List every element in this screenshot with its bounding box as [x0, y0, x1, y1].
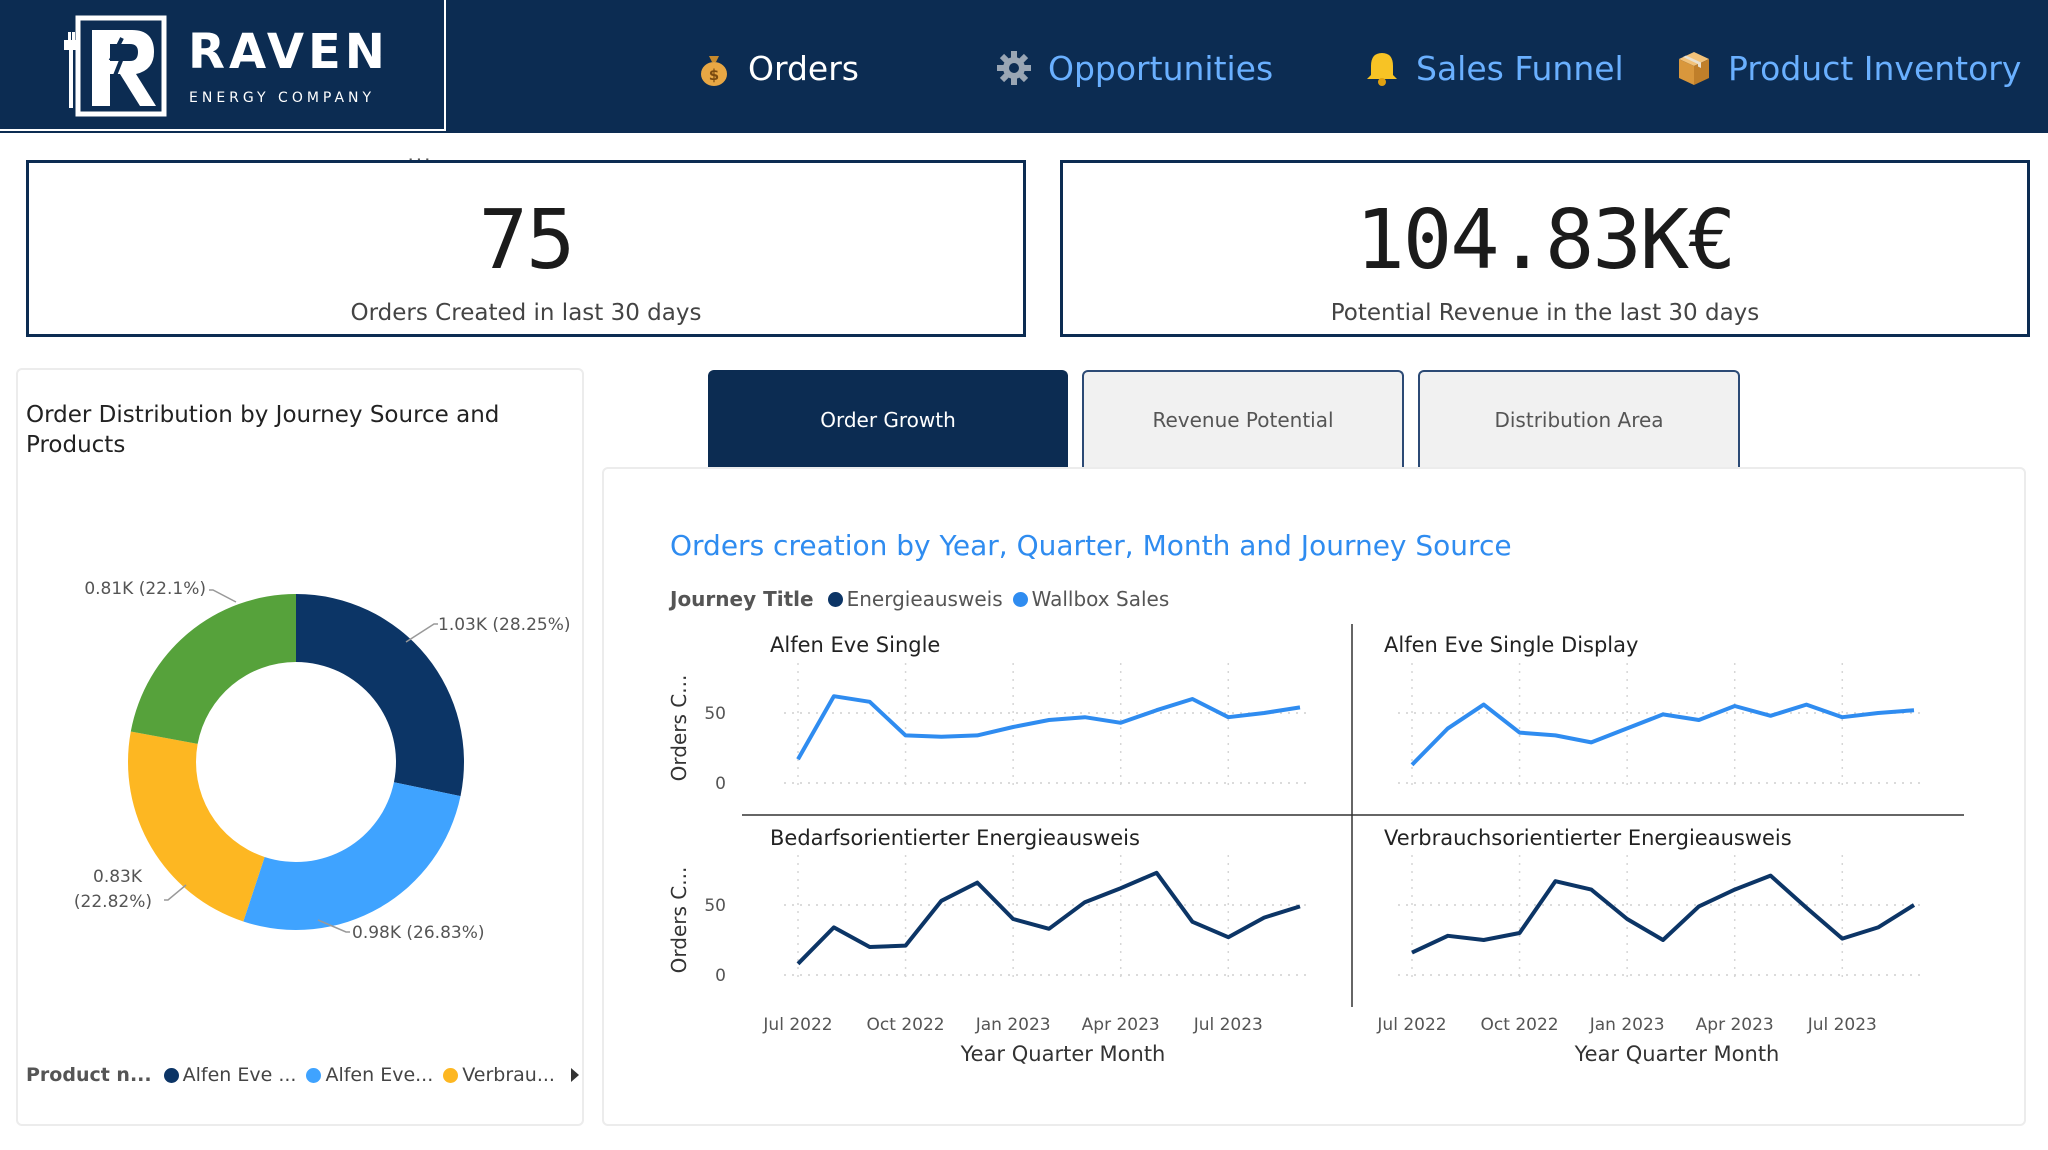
donut-leader-line — [209, 589, 237, 603]
donut-slice-label: 0.81K (22.1%) — [84, 579, 206, 599]
x-tick-label: Oct 2022 — [867, 1015, 945, 1035]
nav-sales-funnel[interactable]: Sales Funnel — [1362, 44, 1624, 92]
donut-slice-label: 0.83K (22.82%) — [74, 867, 152, 912]
package-icon — [1679, 52, 1709, 85]
tab-revenue-potential[interactable]: Revenue Potential — [1082, 370, 1404, 467]
donut-legend-item[interactable]: Verbrau... — [443, 1064, 555, 1086]
x-tick-label: Jul 2022 — [762, 1015, 832, 1035]
y-tick-label: 0 — [715, 774, 726, 794]
y-tick-label: 50 — [704, 896, 726, 916]
x-tick-label: Jul 2023 — [1807, 1015, 1877, 1035]
kpi-revenue-label: Potential Revenue in the last 30 days — [1330, 300, 1760, 326]
x-tick-label: Apr 2023 — [1696, 1015, 1774, 1035]
y-tick-label: 0 — [715, 966, 726, 986]
y-axis-label: Orders C... — [667, 867, 691, 974]
line-chart-panel: Orders creation by Year, Quarter, Month … — [602, 467, 2026, 1126]
money-bag-icon: $ — [701, 56, 727, 86]
nav-opportunities-label: Opportunities — [1048, 48, 1274, 88]
series-line[interactable] — [796, 694, 1301, 761]
legend-dot-icon — [163, 1067, 179, 1083]
donut-slice-label: 0.98K (26.83%) — [352, 923, 485, 943]
legend-next-arrow-icon[interactable] — [570, 1068, 579, 1082]
brand-tagline: ENERGY COMPANY — [189, 90, 376, 106]
panel-title: Bedarfsorientierter Energieausweis — [770, 826, 1140, 850]
x-tick-label: Oct 2022 — [1481, 1015, 1559, 1035]
x-tick-label: Jan 2023 — [1589, 1015, 1665, 1035]
brand-logo[interactable]: RAVEN ENERGY COMPANY — [0, 0, 446, 131]
svg-text:$: $ — [709, 66, 719, 84]
line-chart[interactable]: Alfen Eve Single 0 50 Orders C... Alfen Eve … — [604, 469, 2024, 1124]
brand-name: RAVEN — [188, 24, 389, 80]
x-tick-label: Jul 2022 — [1376, 1015, 1446, 1035]
gear-icon — [997, 51, 1031, 85]
donut-chart[interactable]: 1.03K (28.25%) 0.98K (26.83%) 0.83K (22.82%… — [18, 530, 586, 1010]
donut-legend-label: Alfen Eve ... — [182, 1064, 297, 1086]
panel-title: Alfen Eve Single — [770, 633, 940, 657]
y-axis-label: Orders C... — [667, 675, 691, 782]
kpi-orders-value: 75 — [478, 193, 576, 288]
kpi-revenue-value: 104.83K€ — [1355, 193, 1737, 288]
legend-dot-icon — [443, 1067, 459, 1083]
series-line[interactable] — [1411, 873, 1916, 955]
bell-icon — [1367, 53, 1397, 86]
donut-chart-title: Order Distribution by Journey Source and… — [26, 402, 500, 458]
kpi-card-revenue: 104.83K€ Potential Revenue in the last 3… — [1060, 160, 2030, 337]
x-tick-label: Jan 2023 — [975, 1015, 1051, 1035]
donut-legend-label: Alfen Eve... — [325, 1064, 434, 1086]
panel-title: Alfen Eve Single Display — [1384, 633, 1638, 657]
donut-legend: Product n... Alfen Eve ... Alfen Eve... … — [26, 1064, 579, 1086]
series-line[interactable] — [796, 870, 1301, 966]
donut-legend-label: Verbrau... — [462, 1064, 555, 1086]
x-tick-label: Jul 2023 — [1193, 1015, 1263, 1035]
donut-chart-panel: Order Distribution by Journey Source and… — [16, 368, 584, 1126]
donut-slice-label: 1.03K (28.25%) — [438, 615, 571, 635]
panel-title: Verbrauchsorientierter Energieausweis — [1384, 826, 1792, 850]
donut-slice[interactable] — [130, 594, 296, 744]
nav-product-inventory[interactable]: Product Inventory — [1674, 44, 2021, 92]
nav-orders[interactable]: $ Orders — [694, 44, 859, 92]
tab-order-growth[interactable]: Order Growth — [708, 370, 1068, 467]
nav-orders-label: Orders — [748, 48, 859, 88]
top-navigation-bar: RAVEN ENERGY COMPANY $ Orders Opportunit… — [0, 0, 2048, 133]
donut-slice[interactable] — [243, 782, 461, 930]
legend-dot-icon — [306, 1067, 322, 1083]
raven-logo-icon — [64, 15, 167, 117]
donut-leader-line — [405, 623, 438, 643]
x-axis-label: Year Quarter Month — [960, 1042, 1166, 1066]
kpi-card-orders: 75 Orders Created in last 30 days — [26, 160, 1026, 337]
donut-leader-line — [164, 884, 187, 901]
y-tick-label: 50 — [704, 704, 726, 724]
donut-legend-item[interactable]: Alfen Eve ... — [163, 1064, 297, 1086]
nav-product-inventory-label: Product Inventory — [1728, 48, 2022, 88]
donut-legend-title: Product n... — [26, 1064, 152, 1086]
tab-distribution-area[interactable]: Distribution Area — [1418, 370, 1740, 467]
nav-sales-funnel-label: Sales Funnel — [1416, 48, 1624, 88]
x-axis-label: Year Quarter Month — [1574, 1042, 1780, 1066]
x-tick-label: Apr 2023 — [1082, 1015, 1160, 1035]
kpi-orders-label: Orders Created in last 30 days — [350, 300, 702, 326]
donut-legend-item[interactable]: Alfen Eve... — [306, 1064, 433, 1086]
nav-opportunities[interactable]: Opportunities — [994, 44, 1273, 92]
